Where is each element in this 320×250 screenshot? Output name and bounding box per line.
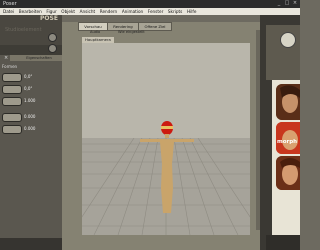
audio-dropdown[interactable]: Audio <box>90 30 100 34</box>
window-titlebar: Poser _ □ × <box>0 0 300 8</box>
parameter-group-label[interactable]: Formen <box>2 64 17 69</box>
viewport-tabs: Vorschau Rendering Offene Ziel <box>78 22 188 31</box>
parameter-dial-icon[interactable] <box>2 73 22 82</box>
menu-view[interactable]: Ansicht <box>80 8 95 15</box>
3d-viewport[interactable] <box>82 43 250 235</box>
parameter-value[interactable]: 1.000 <box>24 98 35 103</box>
left-bottom-bar <box>0 238 62 250</box>
viewport-subtabs: Audio Wie eingestellt <box>90 30 170 36</box>
close-icon[interactable]: × <box>292 1 298 6</box>
menu-scripts[interactable]: Skripts <box>168 8 182 15</box>
menu-edit[interactable]: Bearbeiten <box>19 8 42 15</box>
morph-thumbnail[interactable] <box>276 122 300 154</box>
parameter-value[interactable]: 0.000 <box>24 126 35 131</box>
menu-file[interactable]: Datei <box>3 8 14 15</box>
figure-model[interactable] <box>132 118 202 218</box>
menu-object[interactable]: Objekt <box>61 8 75 15</box>
parameter-dial-icon[interactable] <box>2 125 22 134</box>
menu-window[interactable]: Fenster <box>148 8 164 15</box>
parameters-header[interactable]: Eigenschaften <box>10 55 68 61</box>
character-thumbnail[interactable] <box>276 84 300 120</box>
parameter-dial-icon[interactable] <box>2 113 22 122</box>
room-label[interactable]: POSE <box>40 15 58 22</box>
camera-dial-icon[interactable] <box>48 44 57 53</box>
parameter-dial-icon[interactable] <box>2 85 22 94</box>
library-footer <box>266 235 300 250</box>
menu-animation[interactable]: Animation <box>122 8 143 15</box>
parameter-value[interactable]: 0,0° <box>24 86 32 91</box>
parameter-value[interactable]: 0,0° <box>24 74 32 79</box>
parameter-value[interactable]: 0.000 <box>24 114 35 119</box>
studio-element-label: Studioelement <box>5 27 42 33</box>
light-dial-icon[interactable] <box>48 33 57 42</box>
display-style-dropdown[interactable]: Wie eingestellt <box>118 30 145 34</box>
menu-help[interactable]: Hilfe <box>187 8 197 15</box>
maximize-icon[interactable]: □ <box>284 1 290 6</box>
parameter-dial-icon[interactable] <box>2 97 22 106</box>
menu-render[interactable]: Rendern <box>100 8 118 15</box>
minimize-icon[interactable]: _ <box>276 1 282 6</box>
panel-close-icon[interactable]: × <box>4 55 8 61</box>
library-toggle-icon[interactable] <box>280 32 296 48</box>
menu-figure[interactable]: Figur <box>46 8 56 15</box>
morph-label: morph <box>277 139 298 145</box>
window-title: Poser <box>3 1 17 7</box>
menubar: Datei Bearbeiten Figur Objekt Ansicht Re… <box>0 8 300 15</box>
character-thumbnail[interactable] <box>276 156 300 190</box>
